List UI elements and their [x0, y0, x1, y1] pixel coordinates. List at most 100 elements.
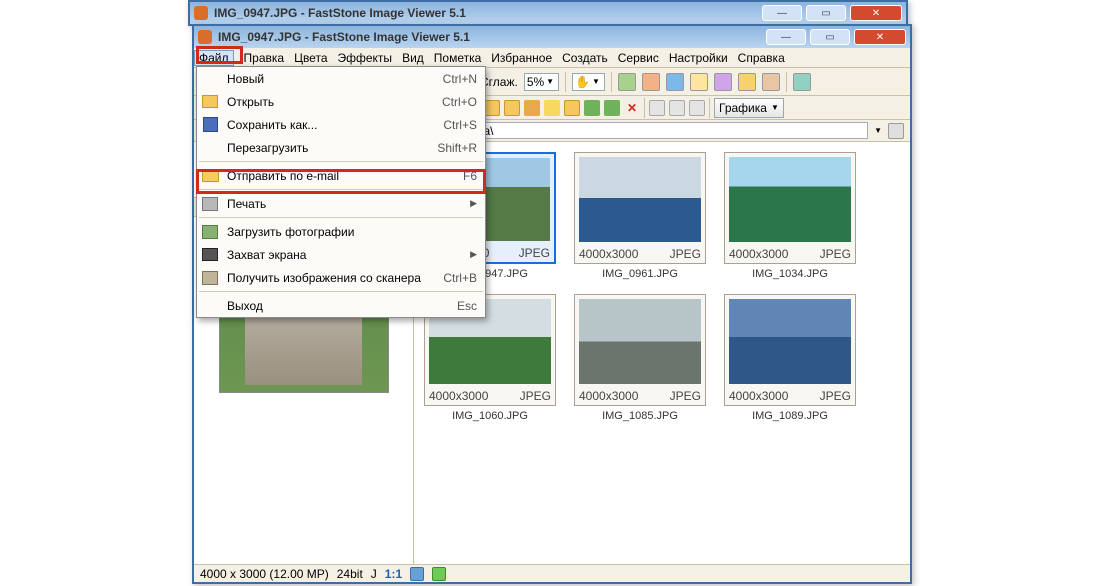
- view-list-icon[interactable]: [669, 100, 685, 116]
- menu-divider: [199, 161, 483, 162]
- email-icon: [201, 167, 219, 185]
- chevron-down-icon: ▼: [771, 103, 779, 112]
- new-icon: [201, 70, 219, 88]
- separator: [611, 72, 612, 92]
- filter-label: Графика: [719, 101, 767, 115]
- titlebar[interactable]: IMG_0947.JPG - FastStone Image Viewer 5.…: [194, 26, 910, 48]
- thumbnail-filename: IMG_0961.JPG: [574, 268, 706, 280]
- thumbnail[interactable]: 4000x3000 JPEG IMG_0961.JPG: [574, 152, 706, 280]
- thumbnail-dimensions: 4000x3000: [429, 389, 488, 403]
- print-icon: [201, 195, 219, 213]
- menu-item-new[interactable]: Новый Ctrl+N: [197, 67, 485, 90]
- menu-view[interactable]: Вид: [402, 51, 424, 65]
- trash-icon[interactable]: [888, 123, 904, 139]
- status-zoom-ratio[interactable]: 1:1: [385, 567, 402, 581]
- folder-icon[interactable]: [504, 100, 520, 116]
- hand-tool[interactable]: ✋ ▼: [572, 73, 605, 91]
- tool-icon[interactable]: [642, 73, 660, 91]
- thumbnail[interactable]: 4000x3000JPEGIMG_1085.JPG: [574, 294, 706, 422]
- thumbnail-dimensions: 4000x3000: [729, 389, 788, 403]
- menu-tag[interactable]: Пометка: [434, 51, 482, 65]
- delete-icon[interactable]: ✕: [624, 100, 640, 116]
- menu-tools[interactable]: Сервис: [618, 51, 659, 65]
- thumbnail-frame: 4000x3000JPEG: [724, 152, 856, 264]
- menu-colors[interactable]: Цвета: [294, 51, 327, 65]
- thumbnail[interactable]: 4000x3000JPEGIMG_1034.JPG: [724, 152, 856, 280]
- menu-effects[interactable]: Эффекты: [338, 51, 393, 65]
- thumbnail-dimensions: 4000x3000: [579, 247, 638, 261]
- tool-icon[interactable]: [690, 73, 708, 91]
- menu-file[interactable]: Файл: [194, 50, 234, 66]
- thumbnail-type: JPEG: [520, 389, 551, 403]
- tool-icon[interactable]: [618, 73, 636, 91]
- app-icon: [198, 30, 212, 44]
- capture-icon: [201, 246, 219, 264]
- menu-favorites[interactable]: Избранное: [491, 51, 552, 65]
- hand-icon: ✋: [575, 75, 590, 89]
- submenu-arrow-icon: ▶: [470, 198, 477, 209]
- exit-icon: [201, 297, 219, 315]
- reload-icon: [201, 139, 219, 157]
- minimize-button[interactable]: —: [766, 29, 806, 45]
- zoom-value: 5%: [527, 75, 544, 89]
- menu-item-scanner[interactable]: Получить изображения со сканера Ctrl+B: [197, 266, 485, 289]
- app-icon: [194, 6, 208, 20]
- thumbnail[interactable]: 4000x3000JPEGIMG_1089.JPG: [724, 294, 856, 422]
- separator: [786, 72, 787, 92]
- window-title-back: IMG_0947.JPG - FastStone Image Viewer 5.…: [214, 6, 758, 20]
- view-details-icon[interactable]: [649, 100, 665, 116]
- open-icon: [201, 93, 219, 111]
- fit-window-icon[interactable]: [410, 567, 424, 581]
- menu-item-upload[interactable]: Загрузить фотографии: [197, 220, 485, 243]
- filter-dropdown[interactable]: Графика ▼: [714, 98, 784, 118]
- thumbnail-frame: 4000x3000JPEG: [724, 294, 856, 406]
- folder-up-icon[interactable]: [524, 100, 540, 116]
- zoom-combo[interactable]: 5% ▼: [524, 73, 559, 91]
- menu-item-print[interactable]: Печать ▶: [197, 192, 485, 215]
- maximize-button[interactable]: ▭: [810, 29, 850, 45]
- thumbnail-type: JPEG: [670, 247, 701, 261]
- separator: [644, 98, 645, 118]
- status-depth: 24bit: [337, 567, 363, 581]
- separator: [709, 98, 710, 118]
- close-button[interactable]: ✕: [850, 5, 902, 21]
- tool-icon[interactable]: [762, 73, 780, 91]
- menu-edit[interactable]: Правка: [244, 51, 285, 65]
- tool-icon[interactable]: [793, 73, 811, 91]
- window-title: IMG_0947.JPG - FastStone Image Viewer 5.…: [218, 30, 762, 44]
- menu-item-save-as[interactable]: Сохранить как... Ctrl+S: [197, 113, 485, 136]
- view-thumbnails-icon[interactable]: [689, 100, 705, 116]
- favorite-star-icon[interactable]: [544, 100, 560, 116]
- back-icon[interactable]: [584, 100, 600, 116]
- menu-create[interactable]: Создать: [562, 51, 608, 65]
- thumbnail-frame: 4000x3000 JPEG: [574, 294, 706, 406]
- thumbnail-dimensions: 4000x3000: [579, 389, 638, 403]
- menu-item-exit[interactable]: Выход Esc: [197, 294, 485, 317]
- maximize-button[interactable]: ▭: [806, 5, 846, 21]
- close-button[interactable]: ✕: [854, 29, 906, 45]
- scanner-icon: [201, 269, 219, 287]
- separator: [565, 72, 566, 92]
- chevron-down-icon[interactable]: ▼: [874, 126, 882, 135]
- thumbnail-type: JPEG: [670, 389, 701, 403]
- menu-item-email[interactable]: Отправить по e-mail F6: [197, 164, 485, 187]
- thumbnail-filename: IMG_1060.JPG: [424, 410, 556, 422]
- save-icon: [201, 116, 219, 134]
- actual-size-icon[interactable]: [432, 567, 446, 581]
- menu-item-reload[interactable]: Перезагрузить Shift+R: [197, 136, 485, 159]
- thumbnail-image: [579, 299, 701, 384]
- path-field[interactable]: то\Природа\: [421, 122, 868, 139]
- tool-icon[interactable]: [666, 73, 684, 91]
- forward-icon[interactable]: [604, 100, 620, 116]
- thumbnail-image: [729, 299, 851, 384]
- menu-settings[interactable]: Настройки: [669, 51, 728, 65]
- tool-icon[interactable]: [738, 73, 756, 91]
- background-window: IMG_0947.JPG - FastStone Image Viewer 5.…: [188, 0, 908, 26]
- menu-item-open[interactable]: Открыть Ctrl+O: [197, 90, 485, 113]
- minimize-button[interactable]: —: [762, 5, 802, 21]
- menu-help[interactable]: Справка: [738, 51, 785, 65]
- tool-icon[interactable]: [714, 73, 732, 91]
- folder-icon[interactable]: [484, 100, 500, 116]
- menu-item-capture[interactable]: Захват экрана ▶: [197, 243, 485, 266]
- folder-icon[interactable]: [564, 100, 580, 116]
